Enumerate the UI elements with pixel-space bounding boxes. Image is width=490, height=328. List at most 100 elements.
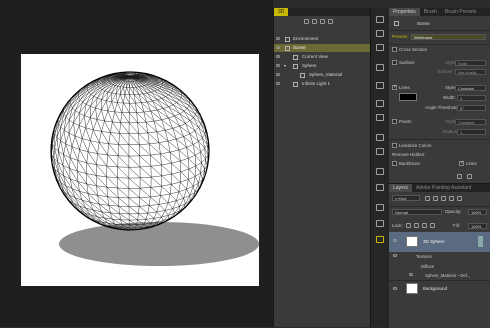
layer-row-background[interactable]: Background <box>389 281 490 297</box>
shape-filter-icon[interactable] <box>449 196 454 201</box>
visibility-eye-icon[interactable] <box>276 82 280 85</box>
scene-row-sphere[interactable]: ▾ Sphere <box>274 62 370 70</box>
wire-edge <box>97 186 98 196</box>
notes-icon[interactable] <box>376 148 384 155</box>
wire-edge <box>112 94 116 102</box>
wire-edge <box>143 93 147 94</box>
scene-row-environment[interactable]: Environment <box>274 35 370 43</box>
styles-icon[interactable] <box>376 204 384 211</box>
surface-checkbox[interactable] <box>392 60 397 65</box>
wire-edge <box>146 218 154 219</box>
points-radius-field[interactable]: 1 <box>457 129 486 135</box>
character-icon[interactable] <box>376 100 384 107</box>
visibility-eye-icon[interactable] <box>276 64 280 67</box>
wire-edge <box>112 102 118 103</box>
paragraph-icon[interactable] <box>376 114 384 121</box>
layer-row-sphere-material[interactable]: Sphere_Material – Def... <box>389 271 490 280</box>
lock-all-icon[interactable] <box>430 223 435 228</box>
points-checkbox[interactable] <box>392 119 397 124</box>
surface-texture-dropdown[interactable]: Not Availa... <box>455 69 486 75</box>
lines-width-field[interactable]: 1 <box>457 95 486 101</box>
tab-3d[interactable]: 3D <box>274 8 288 16</box>
tools-icon[interactable] <box>376 168 384 175</box>
layer-row-textures[interactable]: Textures <box>389 252 490 262</box>
lock-pixels-icon[interactable] <box>414 223 419 228</box>
adjustment-filter-icon[interactable] <box>433 196 438 201</box>
linearize-colors-checkbox[interactable] <box>392 143 397 148</box>
visibility-eye-icon[interactable] <box>393 254 397 257</box>
scene-row-current-view[interactable]: Current View <box>274 53 370 61</box>
3d-orbit-icon[interactable] <box>376 64 384 71</box>
scene-row-infinite-light[interactable]: Infinite Light 1 <box>274 80 370 88</box>
visibility-eye-icon[interactable] <box>276 37 280 40</box>
mesh-filter-icon[interactable] <box>312 19 317 24</box>
wire-edge <box>176 201 179 207</box>
fill-field[interactable]: 100% <box>468 223 487 229</box>
whole-scene-filter-icon[interactable] <box>304 19 309 24</box>
lock-position-icon[interactable] <box>422 223 427 228</box>
visibility-eye-icon[interactable] <box>409 273 413 276</box>
lines-checkbox[interactable] <box>392 85 397 90</box>
tab-properties[interactable]: Properties <box>389 8 420 16</box>
visibility-eye-icon[interactable] <box>393 287 397 290</box>
material-filter-icon[interactable] <box>320 19 325 24</box>
layer-row-3d-sphere[interactable]: 3D Sphere <box>389 232 490 252</box>
cross-section-checkbox[interactable] <box>392 47 397 52</box>
row-label: Scene <box>293 44 306 52</box>
document-canvas[interactable] <box>21 54 259 286</box>
wire-edge <box>115 112 121 123</box>
tab-brush-presets[interactable]: Brush Presets <box>441 8 480 16</box>
layer-row-diffuse[interactable]: Diffuse <box>389 262 490 271</box>
history-icon[interactable] <box>376 16 384 23</box>
lines-style-dropdown[interactable]: Constant <box>455 85 486 91</box>
delete-icon[interactable] <box>467 174 472 179</box>
wire-edge <box>157 88 159 89</box>
visibility-eye-icon[interactable] <box>276 55 280 58</box>
wire-edge <box>159 196 161 205</box>
presets-dropdown[interactable]: Wireframe <box>411 34 486 40</box>
visibility-eye-icon[interactable] <box>393 239 397 242</box>
wire-edge <box>180 172 181 182</box>
actions-icon[interactable] <box>376 30 384 37</box>
wire-edge <box>142 86 145 87</box>
lock-transparent-icon[interactable] <box>406 223 411 228</box>
wire-edge <box>115 103 118 112</box>
render-icon[interactable] <box>457 174 462 179</box>
remove-hidden-lines-checkbox[interactable] <box>459 161 464 166</box>
visibility-eye-icon[interactable] <box>276 73 280 76</box>
scene-row-scene[interactable]: Scene <box>274 44 370 52</box>
wire-edge <box>96 175 107 187</box>
play-icon[interactable] <box>376 44 384 51</box>
info-icon[interactable] <box>376 134 384 141</box>
wire-edge <box>120 214 121 220</box>
tab-brush[interactable]: Brush <box>420 8 441 16</box>
adjustments-icon[interactable] <box>376 220 384 227</box>
expand-triangle-icon[interactable]: ▾ <box>284 62 286 70</box>
wire-edge <box>82 139 88 152</box>
points-style-dropdown[interactable]: Constant <box>455 119 486 125</box>
backfaces-checkbox[interactable] <box>392 161 397 166</box>
pixel-filter-icon[interactable] <box>425 196 430 201</box>
light-filter-icon[interactable] <box>328 19 333 24</box>
wire-edge <box>163 107 168 109</box>
scene-row-sphere-material[interactable]: Sphere_Material <box>274 71 370 79</box>
brush-icon[interactable] <box>376 82 384 89</box>
blend-mode-dropdown[interactable]: Normal <box>392 209 442 215</box>
layer-filter-kind-dropdown[interactable]: ⌕ Kind <box>392 195 420 201</box>
surface-style-dropdown[interactable]: Solid <box>455 60 486 66</box>
wire-edge <box>139 144 149 145</box>
line-color-swatch[interactable] <box>399 93 417 101</box>
wire-edge <box>57 137 61 140</box>
visibility-eye-icon[interactable] <box>276 46 280 49</box>
type-filter-icon[interactable] <box>441 196 446 201</box>
wire-edge <box>64 144 66 155</box>
wire-edge <box>108 197 119 198</box>
smart-object-filter-icon[interactable] <box>457 196 462 201</box>
opacity-field[interactable]: 100% <box>468 209 487 215</box>
angle-threshold-field[interactable]: 0° <box>457 105 486 111</box>
tab-adobe-painting-assistant[interactable]: Adobe Painting Assistant <box>412 184 475 192</box>
wire-edge <box>96 108 97 119</box>
color-icon[interactable] <box>376 236 384 243</box>
swatches-icon[interactable] <box>376 184 384 191</box>
tab-layers[interactable]: Layers <box>389 184 412 192</box>
